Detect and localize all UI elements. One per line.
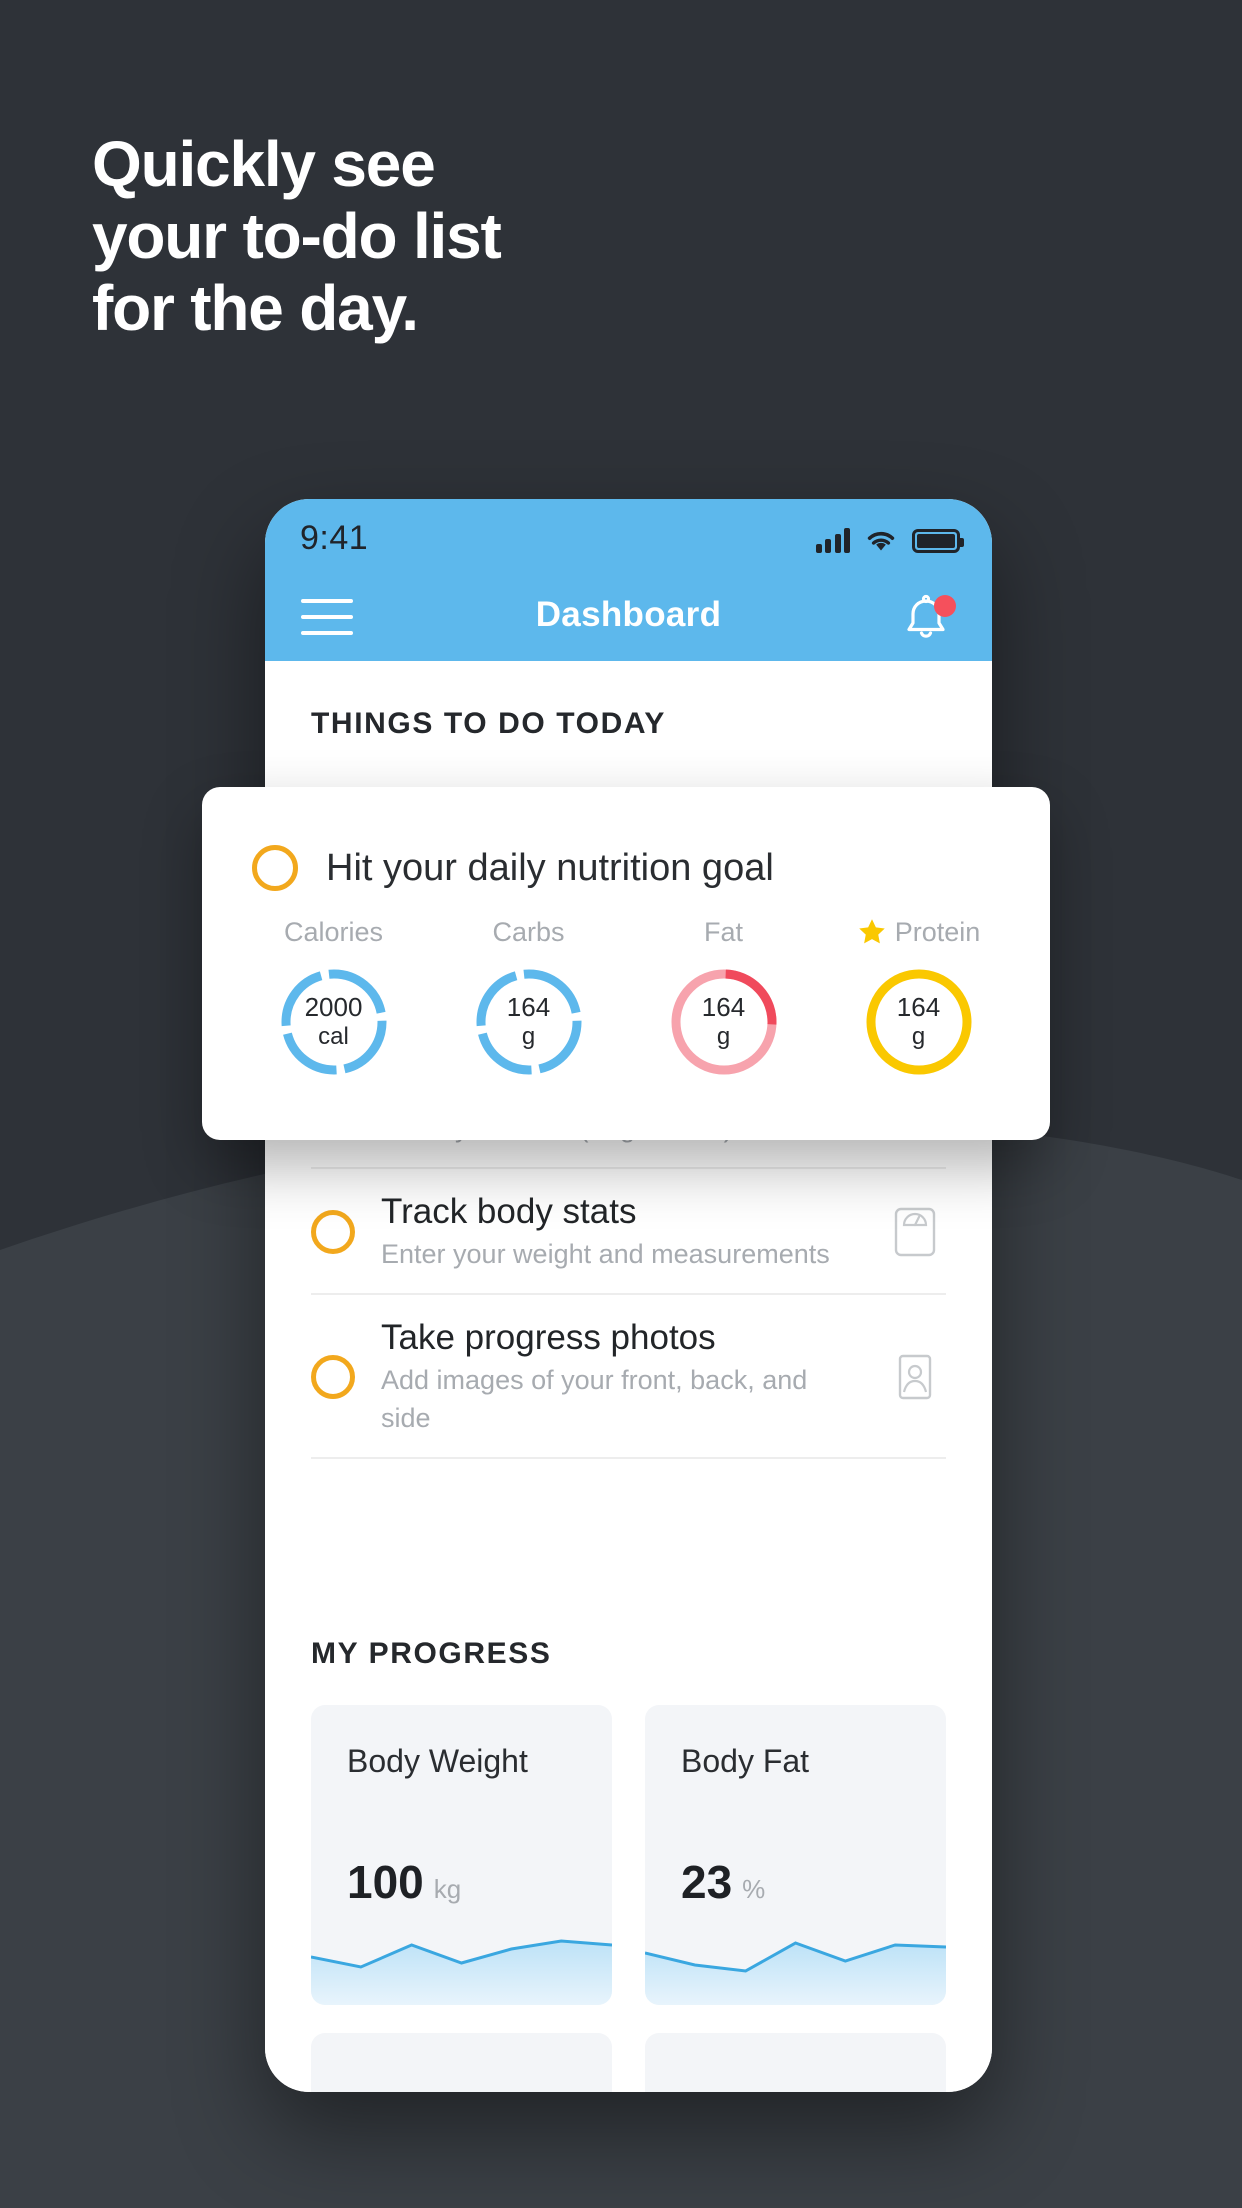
macro-value: 164	[506, 992, 551, 1022]
progress-card-title: Body Weight	[347, 1743, 528, 1779]
calories-progress-ring: 2000 cal	[275, 963, 393, 1081]
signal-icon	[815, 527, 850, 553]
carbs-progress-ring: 164 g	[470, 963, 588, 1081]
progress-cards-next-row	[265, 2033, 992, 2092]
macro-unit: cal	[318, 1023, 349, 1050]
macro-label: Calories	[283, 916, 384, 947]
calories-value-wrap: 2000 cal	[275, 963, 393, 1081]
status-bar-icons	[815, 523, 964, 553]
person-photo-icon	[884, 1346, 946, 1408]
star-icon	[857, 917, 887, 947]
headline-line-2: your to-do list	[92, 200, 502, 272]
macro-calories[interactable]: Calories 2000 cal	[236, 915, 431, 1081]
body-weight-sparkline	[311, 1905, 612, 2005]
progress-card-number: 23	[681, 1856, 733, 1908]
todo-text: Take progress photos Add images of your …	[381, 1317, 858, 1437]
headline-line-1: Quickly see	[92, 128, 436, 200]
promo-headline: Quickly see your to-do list for the day.	[92, 128, 732, 344]
fat-progress-ring: 164 g	[665, 963, 783, 1081]
nutrition-check-ring[interactable]	[252, 845, 298, 891]
progress-card-value: 100 kg	[347, 1855, 461, 1909]
macro-protein[interactable]: Protein 164 g	[821, 915, 1016, 1081]
app-nav-bar: Dashboard	[265, 573, 992, 661]
progress-card-body-fat[interactable]: Body Fat 23%	[645, 1705, 946, 2005]
page-title: Dashboard	[535, 595, 722, 634]
macro-label: Fat	[703, 916, 743, 947]
carbs-value-wrap: 164 g	[470, 963, 588, 1081]
macro-unit: g	[521, 1023, 536, 1050]
progress-card-body-weight[interactable]: Body Weight 100 kg	[311, 1705, 612, 2005]
macro-value: 164	[701, 992, 746, 1022]
status-bar-time: 9:41	[300, 519, 369, 557]
fat-value-wrap: 164 g	[665, 963, 783, 1081]
macro-fat[interactable]: Fat 164 g	[626, 915, 821, 1081]
status-bar: 9:41	[265, 499, 992, 573]
progress-card-partial[interactable]	[311, 2033, 612, 2092]
headline-line-3: for the day.	[92, 272, 419, 344]
list-item[interactable]: Track body stats Enter your weight and m…	[311, 1169, 946, 1295]
todo-title: Track body stats	[381, 1192, 637, 1231]
nutrition-card-header: Hit your daily nutrition goal	[202, 787, 1050, 891]
list-item[interactable]: Take progress photos Add images of your …	[311, 1295, 946, 1459]
macro-value: 2000	[304, 992, 363, 1022]
macro-unit: g	[911, 1023, 926, 1050]
protein-progress-ring: 164 g	[860, 963, 978, 1081]
my-progress-heading: MY PROGRESS	[311, 1637, 552, 1670]
macro-rings: Calories 2000 cal Carbs 164 g Fat 164 g …	[202, 915, 1050, 1081]
todo-check-ring[interactable]	[311, 1210, 355, 1254]
macro-value: 164	[896, 992, 941, 1022]
macro-label-wrap: Calories	[236, 915, 431, 949]
progress-card-unit: %	[742, 1874, 766, 1904]
macro-unit: g	[716, 1023, 731, 1050]
protein-value-wrap: 164 g	[860, 963, 978, 1081]
progress-card-value: 23%	[681, 1855, 765, 1909]
todo-text: Track body stats Enter your weight and m…	[381, 1191, 858, 1273]
progress-cards: Body Weight 100 kg Body Fat 23 %	[265, 1705, 992, 2005]
progress-card-unit: kg	[433, 1874, 462, 1904]
progress-card-partial[interactable]	[645, 2033, 946, 2092]
notification-badge	[934, 595, 956, 617]
notification-bell-icon[interactable]	[898, 593, 956, 645]
progress-card-number: 100	[347, 1856, 424, 1908]
weight-scale-icon	[884, 1201, 946, 1263]
nutrition-card-title: Hit your daily nutrition goal	[326, 846, 774, 889]
macro-label: Protein	[894, 916, 981, 947]
todo-title: Take progress photos	[381, 1318, 716, 1357]
wifi-icon	[864, 527, 898, 553]
macro-carbs[interactable]: Carbs 164 g	[431, 915, 626, 1081]
macro-label-wrap: Protein	[821, 915, 1016, 949]
todo-subtitle: Enter your weight and measurements	[381, 1239, 830, 1269]
macro-label: Carbs	[492, 916, 565, 947]
phone-mockup: 9:41 Dashboard THINGS TO DO TODAY Track …	[265, 499, 992, 2092]
nutrition-goal-card[interactable]: Hit your daily nutrition goal Calories 2…	[202, 787, 1050, 1140]
battery-icon	[912, 529, 964, 553]
macro-label-wrap: Carbs	[431, 915, 626, 949]
progress-card-title: Body Fat	[681, 1743, 810, 1779]
todo-subtitle: Add images of your front, back, and side	[381, 1365, 808, 1433]
body-fat-sparkline	[645, 1905, 946, 2005]
things-to-do-heading: THINGS TO DO TODAY	[311, 707, 666, 740]
macro-label-wrap: Fat	[626, 915, 821, 949]
todo-check-ring[interactable]	[311, 1355, 355, 1399]
